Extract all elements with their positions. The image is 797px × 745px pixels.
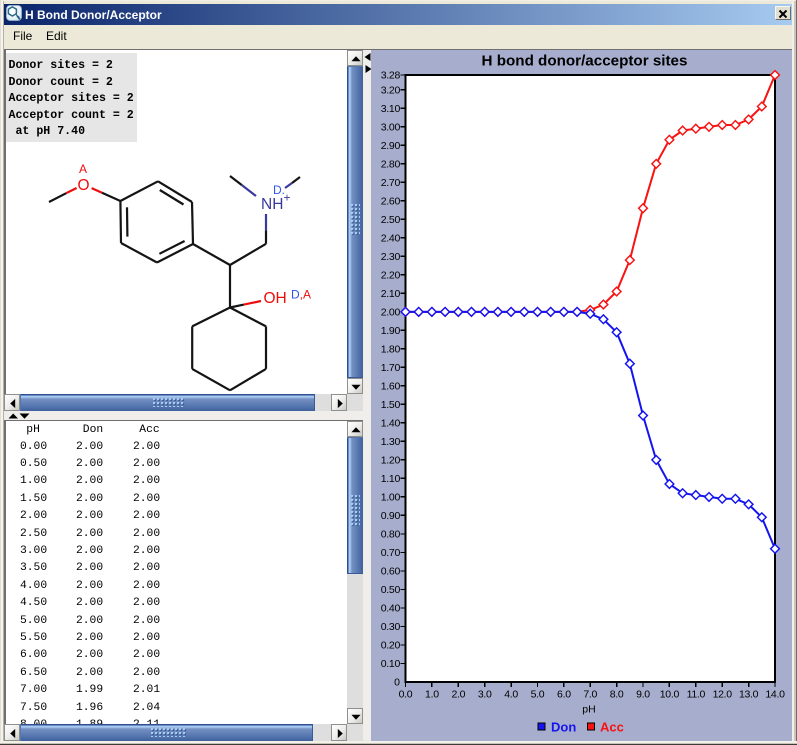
svg-text:0: 0 [394, 677, 400, 689]
svg-text:13.0: 13.0 [739, 689, 759, 701]
svg-text:4.0: 4.0 [504, 689, 518, 701]
svg-text:0.40: 0.40 [381, 603, 401, 615]
svg-text:1.00: 1.00 [381, 492, 401, 504]
svg-text:8.0: 8.0 [610, 689, 624, 701]
svg-text:2.50: 2.50 [381, 214, 401, 226]
svg-text:1.80: 1.80 [381, 344, 401, 356]
svg-text:1.70: 1.70 [381, 362, 401, 374]
svg-text:0.60: 0.60 [381, 566, 401, 578]
svg-text:2.0: 2.0 [451, 689, 465, 701]
svg-text:3.10: 3.10 [381, 103, 401, 115]
svg-text:3.20: 3.20 [381, 84, 401, 96]
svg-text:11.0: 11.0 [687, 689, 706, 701]
svg-text:0.10: 0.10 [381, 658, 401, 670]
svg-text:0.90: 0.90 [381, 510, 401, 522]
svg-text:NH: NH [261, 196, 283, 213]
svg-text:1.10: 1.10 [381, 473, 401, 485]
svg-text:pH: pH [582, 704, 595, 716]
svg-text:1.50: 1.50 [381, 399, 401, 411]
svg-text:Don: Don [551, 720, 576, 735]
svg-text:H bond donor/acceptor sites: H bond donor/acceptor sites [482, 53, 688, 70]
svg-text:0.70: 0.70 [381, 547, 401, 559]
svg-text:1.0: 1.0 [425, 689, 439, 701]
svg-text:Acc: Acc [600, 720, 624, 735]
svg-text:3.00: 3.00 [381, 121, 401, 133]
svg-text:2.60: 2.60 [381, 195, 401, 207]
svg-text:14.0: 14.0 [765, 689, 785, 701]
svg-text:2.90: 2.90 [381, 140, 401, 152]
svg-text:2.20: 2.20 [381, 270, 401, 282]
svg-text:0.30: 0.30 [381, 621, 401, 633]
svg-text:1.60: 1.60 [381, 381, 401, 393]
svg-text:5.0: 5.0 [531, 689, 545, 701]
svg-text:3.28: 3.28 [381, 70, 401, 82]
svg-text:0.20: 0.20 [381, 640, 401, 652]
svg-text:D,A: D,A [291, 288, 311, 302]
svg-text:0.50: 0.50 [381, 584, 401, 596]
svg-text:1.30: 1.30 [381, 436, 401, 448]
svg-text:1.90: 1.90 [381, 325, 401, 337]
svg-text:2.80: 2.80 [381, 158, 401, 170]
svg-text:2.30: 2.30 [381, 251, 401, 263]
svg-text:O: O [77, 177, 89, 194]
svg-text:1.40: 1.40 [381, 418, 401, 430]
svg-text:2.40: 2.40 [381, 233, 401, 245]
svg-text:12.0: 12.0 [713, 689, 733, 701]
svg-text:3.0: 3.0 [478, 689, 492, 701]
svg-text:+: + [283, 191, 290, 205]
svg-text:2.00: 2.00 [381, 307, 401, 319]
svg-text:2.10: 2.10 [381, 288, 401, 300]
svg-text:6.0: 6.0 [557, 689, 571, 701]
svg-text:OH: OH [264, 290, 287, 307]
svg-text:9.0: 9.0 [636, 689, 650, 701]
svg-text:2.70: 2.70 [381, 177, 401, 189]
svg-text:10.0: 10.0 [660, 689, 680, 701]
svg-text:0.0: 0.0 [399, 689, 413, 701]
svg-text:7.0: 7.0 [583, 689, 597, 701]
svg-text:A: A [79, 162, 87, 176]
svg-text:0.80: 0.80 [381, 529, 401, 541]
svg-text:1.20: 1.20 [381, 455, 401, 467]
